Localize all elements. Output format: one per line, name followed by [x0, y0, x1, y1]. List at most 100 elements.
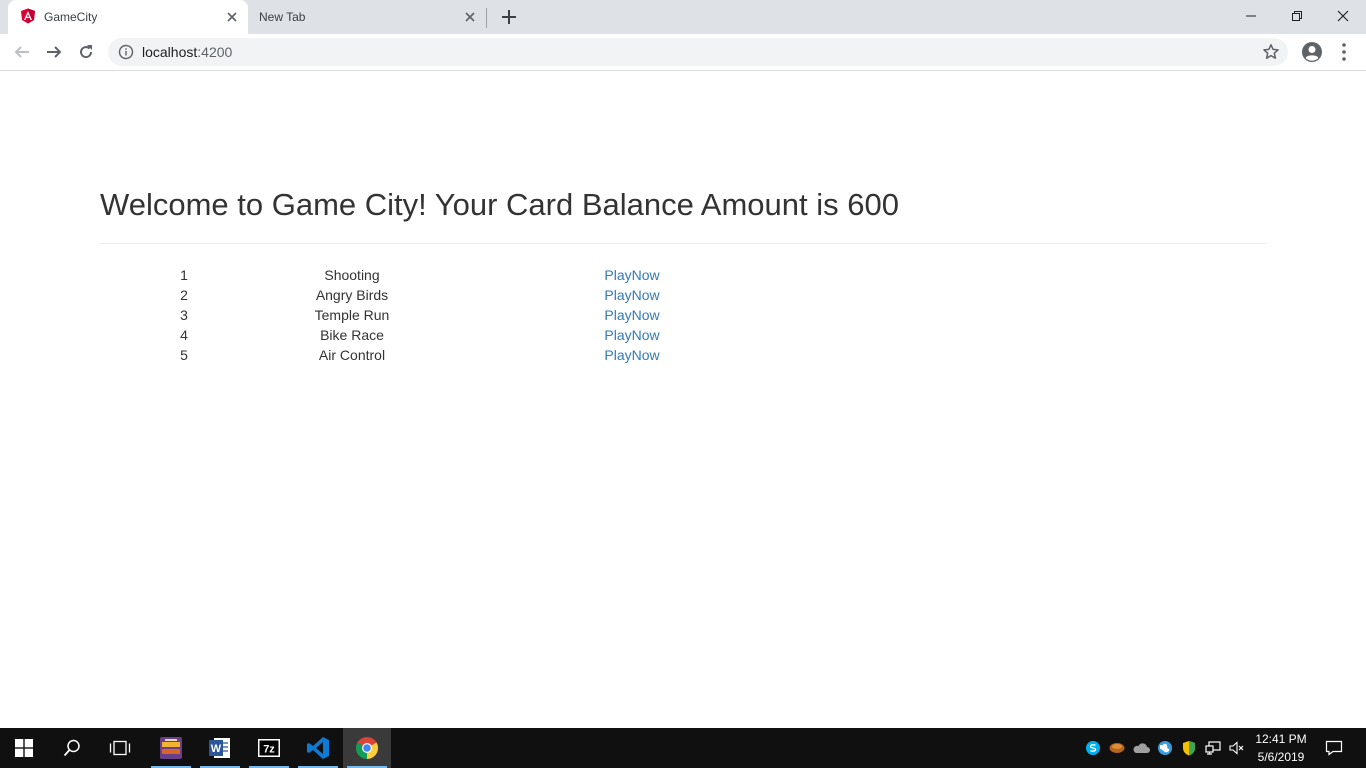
play-now-link[interactable]: PlayNow — [604, 327, 659, 343]
restore-icon — [1292, 11, 1302, 21]
close-tab-icon[interactable] — [224, 9, 240, 25]
spacer-cell — [436, 285, 548, 305]
close-tab-icon[interactable] — [462, 9, 478, 25]
tray-security[interactable] — [1178, 728, 1200, 768]
reload-icon — [80, 45, 93, 59]
address-port: :4200 — [197, 44, 233, 60]
windows-logo-icon — [15, 739, 33, 757]
taskbar-game-app[interactable] — [147, 728, 195, 768]
back-button[interactable] — [10, 40, 34, 64]
back-arrow-icon — [14, 46, 29, 58]
game-name: Temple Run — [314, 307, 390, 323]
game-number: 1 — [180, 267, 188, 283]
address-url: localhost:4200 — [142, 44, 232, 60]
tab-separator — [486, 8, 487, 28]
globe-icon — [1158, 741, 1172, 755]
profile-avatar-icon[interactable] — [1301, 41, 1323, 63]
tray-network-globe[interactable] — [1154, 728, 1176, 768]
onedrive-cloud-icon — [1133, 743, 1150, 753]
page-heading: Welcome to Game City! Your Card Balance … — [100, 187, 899, 222]
taskbar-vscode[interactable] — [294, 728, 342, 768]
search-button[interactable] — [48, 728, 96, 768]
spacer-cell — [436, 345, 548, 365]
play-now-link[interactable]: PlayNow — [604, 267, 659, 283]
taskbar-clock[interactable]: 12:41 PM 5/6/2019 — [1250, 730, 1312, 766]
task-view-icon — [109, 740, 131, 756]
tab-gamecity[interactable]: GameCity — [8, 0, 248, 34]
start-button[interactable] — [0, 728, 48, 768]
bookmark-star-icon[interactable] — [1262, 43, 1280, 61]
tab-strip: GameCity New Tab — [0, 0, 1366, 34]
minimize-button[interactable] — [1228, 0, 1274, 32]
game-number: 5 — [180, 347, 188, 363]
game-name: Shooting — [324, 267, 380, 283]
word-icon-letter: W — [211, 743, 222, 755]
action-center-button[interactable] — [1322, 728, 1346, 768]
game-number: 2 — [180, 287, 188, 303]
taskbar: W 7z 12:41 PM 5/6/2019 — [0, 728, 1366, 768]
browser-toolbar: localhost:4200 — [0, 34, 1366, 71]
security-shield-icon — [1183, 741, 1195, 756]
clock-time: 12:41 PM — [1255, 732, 1307, 746]
game-name: Angry Birds — [315, 287, 389, 303]
table-row: 4 Bike Race PlayNow — [100, 325, 716, 345]
network-icon — [1205, 741, 1221, 755]
spacer-cell — [436, 325, 548, 345]
reload-button[interactable] — [74, 40, 98, 64]
action-cell: PlayNow — [548, 345, 716, 365]
tab-new-tab[interactable]: New Tab — [248, 0, 486, 34]
restore-button[interactable] — [1274, 0, 1320, 32]
close-window-icon — [1337, 10, 1349, 22]
tray-volume[interactable] — [1226, 728, 1248, 768]
address-bar[interactable]: localhost:4200 — [108, 38, 1288, 66]
chrome-icon — [356, 737, 378, 759]
vscode-icon — [307, 737, 329, 759]
spacer-cell — [436, 265, 548, 285]
taskbar-chrome[interactable] — [343, 728, 391, 768]
game-app-icon — [160, 737, 182, 759]
taskbar-7zip[interactable]: 7z — [245, 728, 293, 768]
games-table: 1 Shooting PlayNow 2 Angry Birds PlayNow… — [100, 265, 716, 365]
site-info-icon[interactable] — [118, 44, 134, 60]
heading-divider — [100, 243, 1266, 244]
forward-arrow-icon — [47, 46, 62, 58]
minimize-icon — [1246, 15, 1256, 17]
tab-title: New Tab — [259, 10, 306, 24]
taskbar-word[interactable]: W — [196, 728, 244, 768]
play-now-link[interactable]: PlayNow — [604, 307, 659, 323]
play-now-link[interactable]: PlayNow — [604, 347, 659, 363]
action-cell: PlayNow — [548, 265, 716, 285]
table-row: 2 Angry Birds PlayNow — [100, 285, 716, 305]
spacer-cell — [436, 305, 548, 325]
table-row: 3 Temple Run PlayNow — [100, 305, 716, 325]
game-number: 3 — [180, 307, 188, 323]
notification-icon — [1325, 740, 1343, 756]
table-row: 5 Air Control PlayNow — [100, 345, 716, 365]
more-menu-icon[interactable] — [1336, 41, 1352, 63]
tray-skype[interactable] — [1082, 728, 1104, 768]
forward-button[interactable] — [42, 40, 66, 64]
game-number: 4 — [180, 327, 188, 343]
7zip-icon-label: 7z — [263, 744, 275, 756]
new-tab-plus-icon[interactable] — [499, 7, 519, 27]
skype-icon — [1086, 741, 1100, 755]
angular-icon — [21, 8, 35, 24]
table-row: 1 Shooting PlayNow — [100, 265, 716, 285]
volume-muted-icon — [1229, 741, 1244, 755]
task-view-button[interactable] — [96, 728, 144, 768]
tray-onedrive[interactable] — [1130, 728, 1152, 768]
clock-date: 5/6/2019 — [1257, 750, 1305, 764]
action-cell: PlayNow — [548, 325, 716, 345]
tray-network[interactable] — [1202, 728, 1224, 768]
game-name: Air Control — [318, 347, 386, 363]
tray-app-icon — [1109, 743, 1125, 753]
tray-app[interactable] — [1106, 728, 1128, 768]
action-cell: PlayNow — [548, 305, 716, 325]
search-icon — [63, 739, 80, 757]
7zip-icon: 7z — [258, 739, 280, 757]
page-content: Welcome to Game City! Your Card Balance … — [0, 71, 1366, 728]
play-now-link[interactable]: PlayNow — [604, 287, 659, 303]
game-name: Bike Race — [320, 327, 384, 343]
close-window-button[interactable] — [1320, 0, 1366, 32]
tab-title: GameCity — [44, 10, 98, 24]
